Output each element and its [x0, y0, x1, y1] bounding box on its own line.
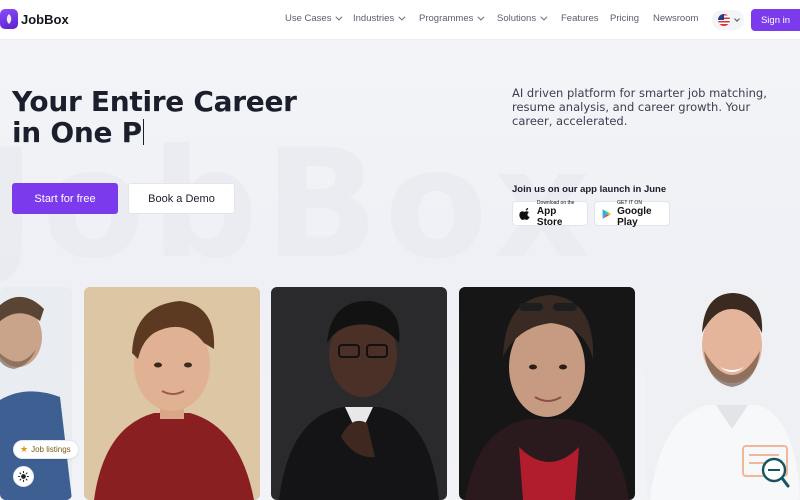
start-free-button[interactable]: Start for free — [12, 183, 118, 214]
search-document-icon[interactable] — [741, 444, 791, 490]
portrait-card — [459, 287, 635, 500]
nav-label: Features — [561, 13, 599, 24]
nav-features[interactable]: Features — [561, 13, 599, 24]
app-store-text: Download on the App Store — [537, 200, 581, 228]
hero-tagline: AI driven platform for smarter job match… — [512, 86, 767, 128]
logo-icon — [0, 9, 18, 29]
headline-line-1: Your Entire Career — [12, 85, 297, 118]
portrait-image — [271, 287, 447, 500]
top-navbar: JobBox Use Cases Industries Programmes S… — [0, 0, 800, 40]
google-play-text: GET IT ON Google Play — [617, 200, 663, 228]
portrait-card — [84, 287, 260, 500]
nav-label: Solutions — [497, 13, 537, 24]
nav-label: Newsroom — [653, 13, 699, 24]
app-store-button[interactable]: Download on the App Store — [512, 200, 588, 228]
nav-solutions[interactable]: Solutions — [497, 13, 548, 24]
theme-toggle-button[interactable] — [13, 466, 34, 487]
nav-label: Industries — [353, 13, 395, 24]
google-play-button[interactable]: GET IT ON Google Play — [594, 200, 670, 228]
portrait-image — [459, 287, 635, 500]
nav-programmes[interactable]: Programmes — [419, 13, 485, 24]
star-icon: ★ — [20, 444, 29, 454]
apple-icon — [519, 207, 530, 220]
chevron-down-icon — [540, 13, 548, 21]
chevron-down-icon — [477, 13, 485, 21]
app-store-big: App Store — [536, 205, 563, 228]
google-play-icon — [602, 208, 612, 219]
headline-line-2: in One P — [12, 116, 142, 149]
nav-use-cases[interactable]: Use Cases — [285, 13, 343, 24]
hero-headline: Your Entire Career in One P — [12, 86, 332, 148]
logo[interactable]: JobBox — [0, 9, 69, 29]
job-listings-badge[interactable]: ★ Job listings — [13, 440, 79, 459]
portrait-image — [84, 287, 260, 500]
chevron-down-icon — [335, 13, 343, 21]
us-flag-icon — [717, 14, 730, 26]
signin-button[interactable]: Sign in — [751, 9, 800, 31]
chevron-down-icon — [398, 13, 406, 21]
typing-cursor — [142, 119, 145, 145]
language-selector[interactable] — [712, 10, 744, 30]
nav-label: Pricing — [610, 13, 640, 24]
portrait-card — [0, 287, 72, 500]
portrait-card — [271, 287, 447, 500]
nav-pricing[interactable]: Pricing — [610, 13, 639, 24]
book-demo-button[interactable]: Book a Demo — [128, 183, 235, 214]
nav-industries[interactable]: Industries — [353, 13, 406, 24]
nav-label: Use Cases — [285, 13, 332, 24]
brand-name: JobBox — [21, 11, 69, 27]
google-play-big: Google Play — [617, 205, 652, 228]
sun-icon — [18, 471, 29, 482]
chevron-down-icon — [733, 15, 740, 22]
nav-label: Programmes — [419, 13, 474, 24]
launch-text: Join us on our app launch in June — [512, 184, 667, 195]
job-listings-label: Job listings — [31, 445, 71, 454]
portrait-image — [0, 287, 72, 500]
nav-newsroom[interactable]: Newsroom — [653, 13, 698, 24]
